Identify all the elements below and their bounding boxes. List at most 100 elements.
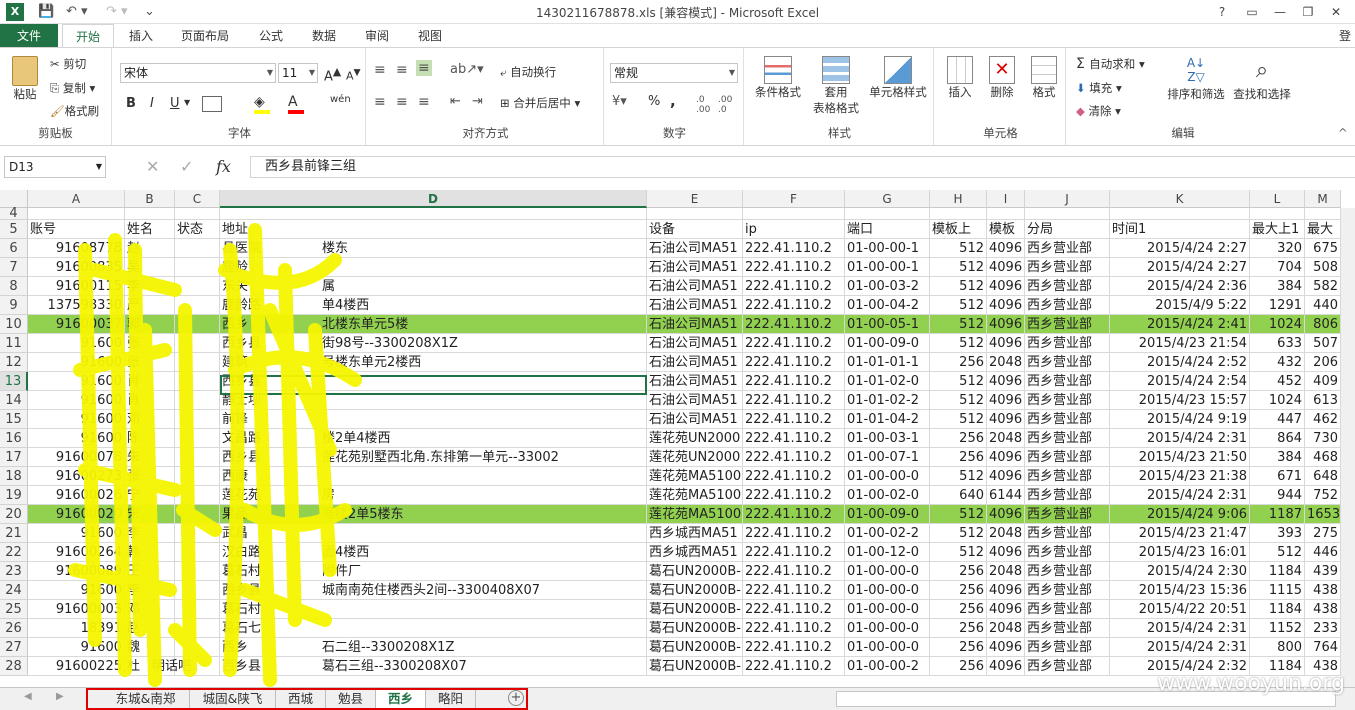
cell-j28[interactable]: 西乡营业部 (1025, 657, 1110, 676)
name-box[interactable]: D13 ▼ (4, 156, 106, 178)
decrease-decimal-icon[interactable]: .00.0 (718, 95, 732, 115)
cell-a22[interactable]: 91600264 (28, 543, 125, 562)
cell-i12[interactable]: 2048 (987, 353, 1025, 372)
cell-i8[interactable]: 4096 (987, 277, 1025, 296)
cell-g23[interactable]: 01-00-00-0 (845, 562, 930, 581)
cell-k17[interactable]: 2015/4/23 21:50 (1110, 448, 1250, 467)
cell-f14[interactable]: 222.41.110.2 (743, 391, 845, 410)
cell-k16[interactable]: 2015/4/24 2:31 (1110, 429, 1250, 448)
cell-m15[interactable]: 462 (1305, 410, 1341, 429)
cell-c25[interactable] (175, 600, 220, 619)
cell-h27[interactable]: 256 (930, 638, 987, 657)
ribbon-display-button[interactable]: ▭ (1238, 0, 1266, 24)
cell-f20[interactable]: 222.41.110.2 (743, 505, 845, 524)
cell-e9[interactable]: 石油公司MA51 (647, 296, 743, 315)
bold-button[interactable]: B (126, 96, 136, 111)
cell-m24[interactable]: 438 (1305, 581, 1341, 600)
cell-h17[interactable]: 256 (930, 448, 987, 467)
cell-a27[interactable]: 91600 (28, 638, 125, 657)
cell-e10[interactable]: 石油公司MA51 (647, 315, 743, 334)
clear-button[interactable]: ◆ 清除 ▾ (1076, 103, 1121, 119)
cell-j11[interactable]: 西乡营业部 (1025, 334, 1110, 353)
row-header-8[interactable]: 8 (0, 277, 28, 296)
cell-g10[interactable]: 01-00-05-1 (845, 315, 930, 334)
cell-l19[interactable]: 944 (1250, 486, 1305, 505)
cell-a17[interactable]: 91600078 (28, 448, 125, 467)
cell-j10[interactable]: 西乡营业部 (1025, 315, 1110, 334)
cell-f16[interactable]: 222.41.110.2 (743, 429, 845, 448)
cell-g22[interactable]: 01-00-12-0 (845, 543, 930, 562)
cell-h11[interactable]: 512 (930, 334, 987, 353)
cell-l16[interactable]: 864 (1250, 429, 1305, 448)
increase-decimal-icon[interactable]: .0.00 (696, 95, 710, 115)
merge-center-button[interactable]: ⊞ 合并后居中 ▾ (500, 95, 580, 111)
cell-k7[interactable]: 2015/4/24 2:27 (1110, 258, 1250, 277)
cell-a21[interactable]: 91600 (28, 524, 125, 543)
cell-b23[interactable]: 王 (125, 562, 175, 581)
cell-c10[interactable] (175, 315, 220, 334)
cell-b22[interactable]: 韩 (125, 543, 175, 562)
cell-i25[interactable]: 4096 (987, 600, 1025, 619)
cell-g7[interactable]: 01-00-00-1 (845, 258, 930, 277)
font-name-select[interactable]: 宋体 ▼ (120, 63, 276, 83)
cell-j18[interactable]: 西乡营业部 (1025, 467, 1110, 486)
conditional-format-button[interactable]: 条件格式 (750, 56, 806, 100)
column-header-c[interactable]: C (175, 190, 220, 208)
cell-m14[interactable]: 613 (1305, 391, 1341, 410)
cell-m20[interactable]: 1653 (1305, 505, 1341, 524)
delete-cells-button[interactable]: ✕ 删除 (984, 56, 1020, 100)
cell-f13[interactable]: 222.41.110.2 (743, 372, 845, 391)
comma-button[interactable]: , (670, 92, 676, 110)
cell-styles-button[interactable]: 单元格样式 (866, 56, 930, 100)
cell-c19[interactable] (175, 486, 220, 505)
cell-b25[interactable]: 邓 (125, 600, 175, 619)
cell-h26[interactable]: 256 (930, 619, 987, 638)
cell-j13[interactable]: 西乡营业部 (1025, 372, 1110, 391)
cell-a23[interactable]: 91600089 (28, 562, 125, 581)
cell-a26[interactable]: 18391 (28, 619, 125, 638)
cell-j15[interactable]: 西乡营业部 (1025, 410, 1110, 429)
cell-j12[interactable]: 西乡营业部 (1025, 353, 1110, 372)
cell-g5[interactable]: 端口 (845, 220, 930, 239)
cell-j21[interactable]: 西乡营业部 (1025, 524, 1110, 543)
cell-i21[interactable]: 2048 (987, 524, 1025, 543)
cell-f26[interactable]: 222.41.110.2 (743, 619, 845, 638)
align-center-icon[interactable]: ≡ (396, 94, 408, 110)
column-header-g[interactable]: G (845, 190, 930, 208)
row-header-17[interactable]: 17 (0, 448, 28, 467)
cell-f17[interactable]: 222.41.110.2 (743, 448, 845, 467)
cell-m5[interactable]: 最大 (1305, 220, 1341, 239)
cell-i24[interactable]: 4096 (987, 581, 1025, 600)
cell-h9[interactable]: 512 (930, 296, 987, 315)
cell-i6[interactable]: 4096 (987, 239, 1025, 258)
cell-i9[interactable]: 4096 (987, 296, 1025, 315)
tab-view[interactable]: 视图 (409, 24, 451, 48)
row-header-23[interactable]: 23 (0, 562, 28, 581)
cell-d13[interactable]: 西乡县 (220, 372, 647, 391)
cell-l22[interactable]: 512 (1250, 543, 1305, 562)
cell-e18[interactable]: 莲花苑MA5100 (647, 467, 743, 486)
cell-f22[interactable]: 222.41.110.2 (743, 543, 845, 562)
cell-b15[interactable]: 邓 (125, 410, 175, 429)
cell-m10[interactable]: 806 (1305, 315, 1341, 334)
tab-review[interactable]: 审阅 (356, 24, 398, 48)
cell-g27[interactable]: 01-00-00-0 (845, 638, 930, 657)
row-header-27[interactable]: 27 (0, 638, 28, 657)
cell-e24[interactable]: 葛石UN2000B- (647, 581, 743, 600)
format-painter-button[interactable]: 🖌格式刷 (50, 103, 99, 119)
cell-i7[interactable]: 4096 (987, 258, 1025, 277)
cell-m16[interactable]: 730 (1305, 429, 1341, 448)
cell-i10[interactable]: 4096 (987, 315, 1025, 334)
cell-g18[interactable]: 01-00-00-0 (845, 467, 930, 486)
cell-h12[interactable]: 256 (930, 353, 987, 372)
cell-k22[interactable]: 2015/4/23 16:01 (1110, 543, 1250, 562)
cell-l5[interactable]: 最大上1 (1250, 220, 1305, 239)
cell-a28[interactable]: 91600225 (28, 657, 125, 676)
cell-l23[interactable]: 1184 (1250, 562, 1305, 581)
currency-icon[interactable]: ¥▾ (612, 94, 627, 109)
cell-a15[interactable]: 91600 (28, 410, 125, 429)
cell-d18[interactable]: 西康 (220, 467, 647, 486)
copy-button[interactable]: ⎘ 复制 ▾ (50, 80, 95, 96)
row-header-9[interactable]: 9 (0, 296, 28, 315)
cell-m7[interactable]: 508 (1305, 258, 1341, 277)
